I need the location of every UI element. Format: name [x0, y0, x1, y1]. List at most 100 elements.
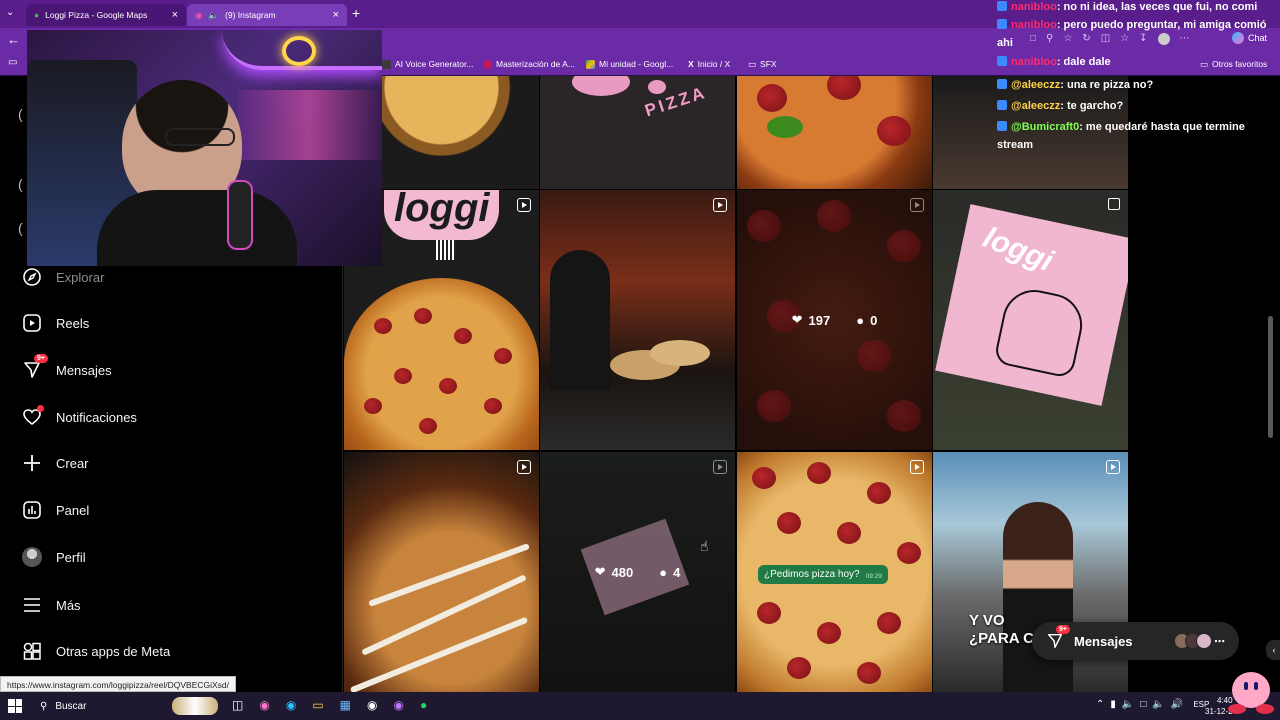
- post-thumbnail[interactable]: [737, 76, 932, 189]
- bookmark-app-icon[interactable]: ▭: [8, 57, 17, 68]
- chat-text: : te garcho?: [1060, 100, 1124, 112]
- sidebar-item-label: Explorar: [56, 269, 105, 285]
- reel-icon: [517, 460, 531, 474]
- sauce-drizzle: [368, 543, 530, 607]
- task-view-icon[interactable]: ◫: [232, 698, 243, 712]
- sidebar-item-crear[interactable]: Crear: [22, 448, 89, 478]
- chat-badge-icon: [997, 121, 1007, 131]
- close-tab-icon[interactable]: ×: [172, 9, 178, 21]
- notification-badge: 9+: [34, 354, 48, 363]
- network-icon[interactable]: □: [1140, 699, 1146, 710]
- windows-start-icon[interactable]: [8, 699, 22, 713]
- store-icon[interactable]: ▦: [340, 698, 351, 712]
- chat-text: : no ni idea, las veces que fui, no comi: [1056, 1, 1258, 13]
- sidebar-item-perfil[interactable]: Perfil: [22, 542, 86, 572]
- webcam-overlay: [27, 30, 382, 266]
- post-thumbnail[interactable]: PIZZA: [540, 76, 735, 189]
- sidebar-item-explorar[interactable]: Explorar: [22, 262, 104, 292]
- sidebar-item-mas[interactable]: Más: [22, 590, 81, 620]
- windows-taskbar: ⚲ Buscar ◫ ◉ ◉ ▭ ▦ ◉ ◉ ● ⌃ ▮ 🔈 □ 🔈 🔊 ESP…: [0, 692, 1280, 720]
- close-tab-icon[interactable]: ×: [333, 9, 339, 21]
- edge-icon[interactable]: ◉: [286, 698, 296, 712]
- avatar-icon: [22, 547, 42, 567]
- drive-icon: [586, 59, 595, 69]
- bookmark-item[interactable]: Mi unidad - Googl...: [586, 56, 673, 72]
- sound-icon[interactable]: 🔊: [1171, 699, 1183, 710]
- sidebar-partial-icon: (: [18, 106, 23, 122]
- glasses: [165, 128, 235, 146]
- volume-icon[interactable]: 🔈: [1122, 699, 1134, 710]
- file-explorer-icon[interactable]: ▭: [312, 698, 323, 712]
- search-highlight-image: [172, 697, 218, 715]
- sidebar-item-meta-apps[interactable]: Otras apps de Meta: [22, 636, 170, 666]
- reel-icon: [910, 198, 924, 212]
- chat-username[interactable]: nanibloo: [1011, 1, 1057, 13]
- chat-username[interactable]: nanibloo: [1011, 56, 1057, 68]
- side-collapse-icon[interactable]: ‹: [1266, 640, 1280, 660]
- post-thumbnail[interactable]: loggi: [933, 190, 1128, 450]
- messenger-icon: 9+: [22, 354, 48, 380]
- post-overlay-text: Y VO ¿PARA C: [969, 612, 1034, 647]
- chat-message: nanibloo: dale dale: [997, 53, 1277, 71]
- chat-username[interactable]: nanibloo: [1011, 19, 1057, 31]
- kirby-sticker: [1226, 668, 1276, 716]
- sidebar-item-panel[interactable]: Panel: [22, 495, 89, 525]
- sidebar-item-reels[interactable]: Reels: [22, 308, 89, 338]
- chart-icon: [22, 500, 42, 520]
- background-shelf: [237, 90, 382, 160]
- sidebar-item-notificaciones[interactable]: Notificaciones: [22, 402, 137, 432]
- bookmark-item[interactable]: AI Voice Generator...: [382, 56, 473, 72]
- messenger-app-icon[interactable]: ◉: [393, 698, 403, 712]
- messages-pill-label: Mensajes: [1074, 633, 1133, 649]
- search-icon: ⚲: [40, 700, 48, 712]
- taskbar-search[interactable]: ⚲ Buscar: [32, 696, 222, 716]
- post-thumbnail-hovered[interactable]: ❤ 480 ● 4 ☝: [540, 452, 735, 692]
- basil-leaf: [767, 116, 803, 138]
- tray-expand-icon[interactable]: ⌃: [1096, 699, 1104, 710]
- post-thumbnail[interactable]: [540, 190, 735, 450]
- tab-menu-icon[interactable]: ⌄: [6, 7, 14, 18]
- plus-icon: [22, 453, 42, 473]
- chat-username[interactable]: @Bumicraft0: [1011, 121, 1079, 133]
- link-status-bar: https://www.instagram.com/loggipizza/ree…: [0, 676, 237, 692]
- tab-google-maps[interactable]: ● Loggi Pizza - Google Maps ×: [26, 4, 186, 26]
- chat-text: : una re pizza no?: [1060, 79, 1154, 91]
- post-stats: ❤ 480 ● 4: [540, 564, 735, 580]
- neon-sign: [282, 36, 316, 66]
- speaker-icon: 🔈: [208, 9, 220, 20]
- bookmark-item[interactable]: ▭ SFX: [748, 56, 777, 72]
- post-thumbnail[interactable]: ¿Pedimos pizza hoy? 09:29: [737, 452, 932, 692]
- new-tab-button[interactable]: +: [352, 5, 360, 21]
- chat-text: : dale dale: [1056, 56, 1111, 68]
- chat-username[interactable]: @aleeczz: [1011, 100, 1060, 112]
- microphone: [227, 180, 253, 250]
- mic-icon[interactable]: ▮: [1110, 699, 1116, 710]
- bookmark-item[interactable]: Masterización de A...: [483, 56, 575, 72]
- sidebar-item-label: Reels: [56, 315, 90, 331]
- sidebar-item-mensajes[interactable]: 9+ Mensajes: [22, 354, 112, 385]
- comments-stat: ● 4: [659, 564, 681, 580]
- copilot-app-icon[interactable]: ◉: [259, 698, 269, 712]
- folder-icon: ▭: [748, 58, 757, 69]
- chat-badge-icon: [997, 19, 1007, 29]
- heart-icon: [22, 405, 44, 427]
- tab-title: Loggi Pizza - Google Maps: [45, 10, 148, 20]
- streamer-shirt: [97, 190, 297, 266]
- post-stats: ❤ 197 ● 0: [737, 312, 932, 328]
- tab-instagram[interactable]: ◉ 🔈 (9) Instagram ×: [187, 4, 347, 26]
- pizza-box: loggi: [935, 204, 1128, 406]
- back-icon[interactable]: ←: [7, 32, 20, 47]
- chat-message: nanibloo: pero puedo preguntar, mi amiga…: [997, 16, 1277, 52]
- obs-icon[interactable]: ◉: [367, 698, 377, 712]
- post-thumbnail[interactable]: [344, 452, 539, 692]
- chat-username[interactable]: @aleeczz: [1011, 79, 1060, 91]
- x-logo-icon: X: [688, 59, 694, 69]
- speaker-icon[interactable]: 🔈: [1152, 699, 1164, 710]
- messages-pill[interactable]: 9+ Mensajes ⋯: [1032, 622, 1239, 660]
- bookmark-item[interactable]: X Inicio / X: [688, 56, 730, 72]
- post-thumbnail-hovered[interactable]: ❤ 197 ● 0: [737, 190, 932, 450]
- avatar-stack: ⋯: [1174, 633, 1225, 649]
- spotify-icon[interactable]: ●: [420, 698, 427, 712]
- stream-chat: nanibloo: no ni idea, las veces que fui,…: [993, 0, 1280, 160]
- page-scrollbar-thumb[interactable]: [1268, 316, 1273, 438]
